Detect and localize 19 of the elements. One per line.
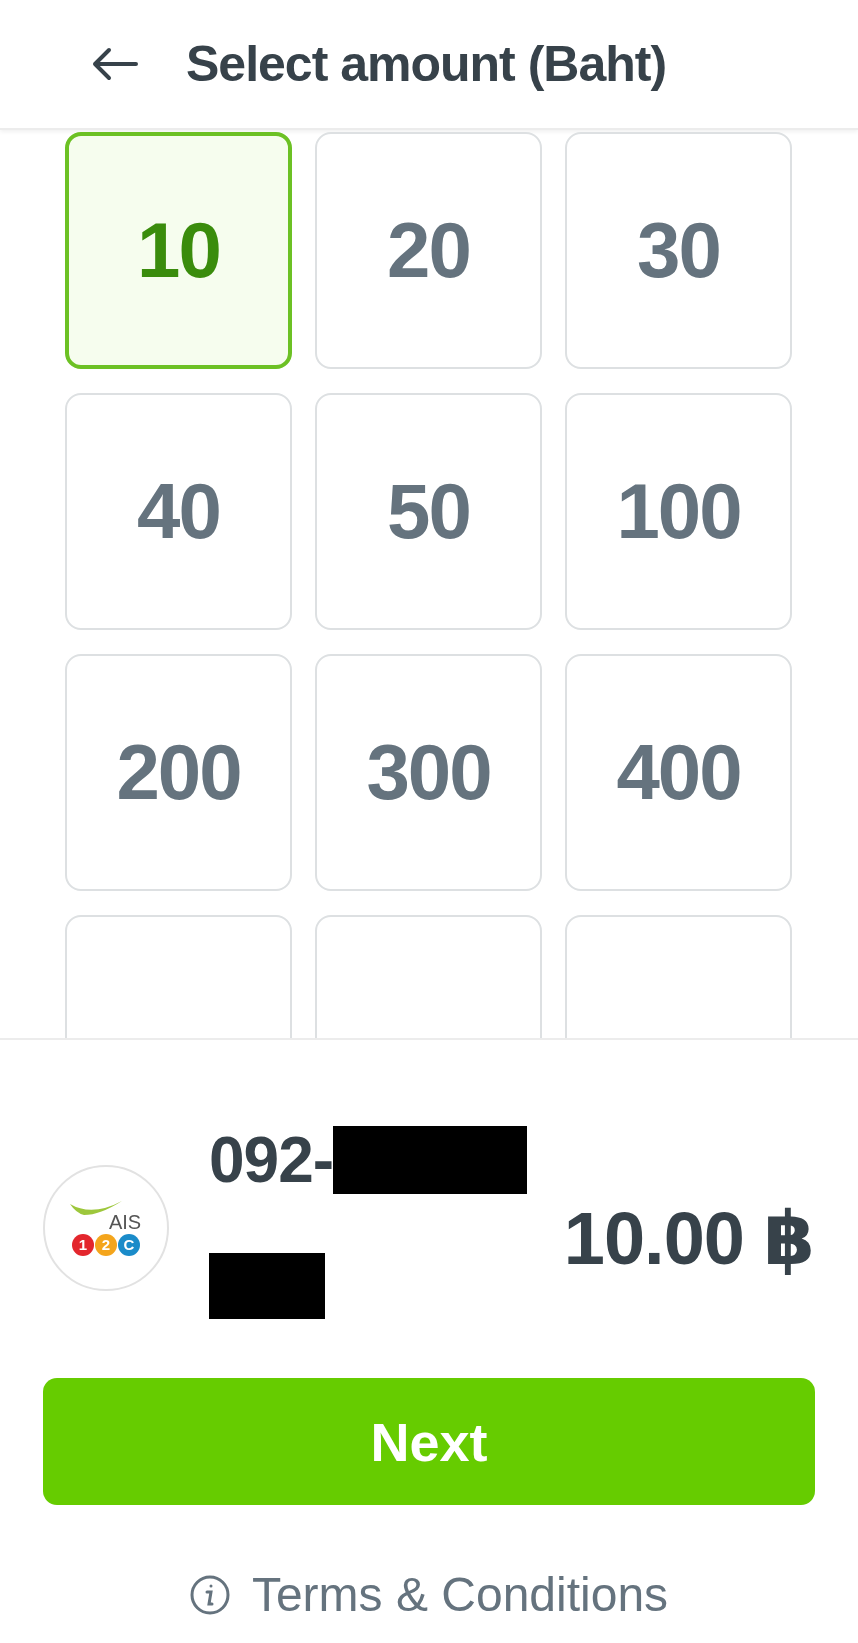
amount-option[interactable]: 10: [65, 132, 292, 369]
phone-number: 092-: [209, 1123, 334, 1197]
logo-badge: 1: [72, 1233, 94, 1256]
logo-badge: 2: [95, 1233, 117, 1256]
amount-option[interactable]: 40: [65, 393, 292, 630]
amount-option[interactable]: 200: [65, 654, 292, 891]
swoosh-icon: [70, 1200, 122, 1217]
page-title: Select amount (Baht): [186, 35, 667, 93]
amount-option[interactable]: 100: [565, 393, 792, 630]
amount-option[interactable]: 20: [315, 132, 542, 369]
logo-wordmark: AIS: [108, 1210, 142, 1234]
amount-option[interactable]: 400: [565, 654, 792, 891]
amount-option[interactable]: 30: [565, 132, 792, 369]
amount-option[interactable]: 300: [315, 654, 542, 891]
logo-badge: C: [118, 1233, 140, 1256]
total-amount: 10.00 ฿: [563, 1196, 814, 1281]
info-icon: [189, 1574, 230, 1615]
amount-option[interactable]: 50: [315, 393, 542, 630]
back-arrow-icon[interactable]: [92, 47, 138, 81]
